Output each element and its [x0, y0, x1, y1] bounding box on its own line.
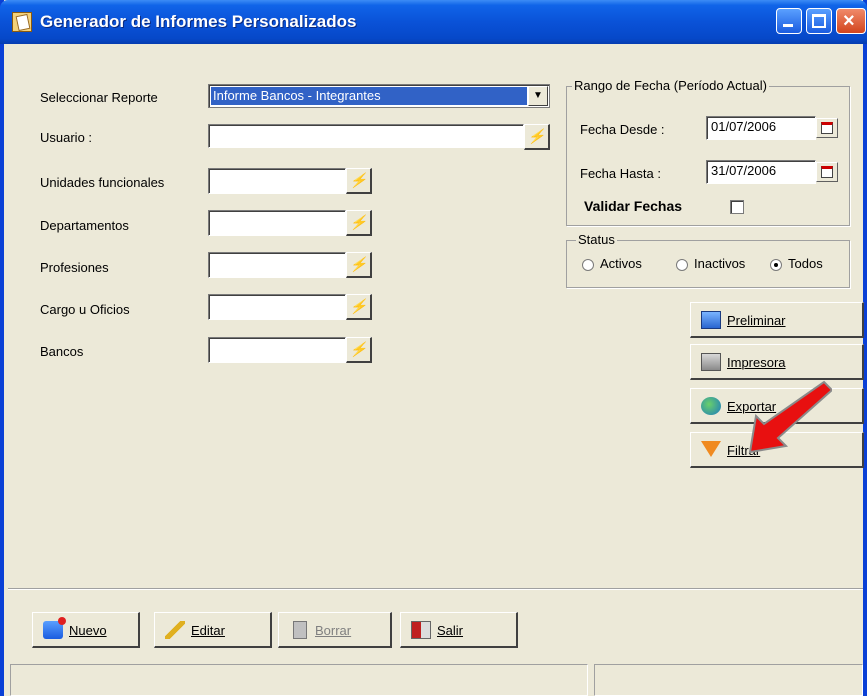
- professions-lookup-icon[interactable]: ⚡: [346, 252, 372, 278]
- minimize-button[interactable]: [776, 8, 802, 34]
- report-generator-window: Generador de Informes Personalizados × S…: [0, 0, 867, 696]
- pencil-icon: [165, 621, 185, 639]
- status-all-radio[interactable]: [770, 259, 782, 271]
- functional-units-label: Unidades funcionales: [40, 175, 165, 190]
- calendar-to-icon[interactable]: [816, 162, 838, 182]
- printer-icon: [701, 353, 721, 371]
- user-lookup-icon[interactable]: ⚡: [524, 124, 550, 150]
- filter-funnel-icon: [701, 441, 721, 457]
- maximize-button[interactable]: [806, 8, 832, 34]
- exit-label: Salir: [437, 623, 464, 638]
- new-record-icon: [43, 617, 66, 639]
- report-select[interactable]: Informe Bancos - Integrantes ▼: [208, 84, 550, 108]
- status-all-label: Todos: [788, 256, 823, 271]
- positions-input[interactable]: [208, 294, 346, 320]
- banks-lookup-icon[interactable]: ⚡: [346, 337, 372, 363]
- close-button[interactable]: ×: [836, 8, 866, 34]
- functional-units-lookup-icon[interactable]: ⚡: [346, 168, 372, 194]
- professions-input[interactable]: [208, 252, 346, 278]
- date-to-label: Fecha Hasta :: [580, 166, 661, 181]
- footer-divider: [8, 588, 863, 590]
- status-active-radio[interactable]: [582, 259, 594, 271]
- printer-label: Impresora: [727, 355, 786, 370]
- delete-label: Borrar: [315, 623, 352, 638]
- window-title: Generador de Informes Personalizados: [40, 12, 357, 31]
- professions-label: Profesiones: [40, 260, 109, 275]
- date-from-label: Fecha Desde :: [580, 122, 665, 137]
- date-from-input[interactable]: 01/07/2006: [706, 116, 816, 140]
- status-inactive-label: Inactivos: [694, 256, 746, 271]
- positions-lookup-icon[interactable]: ⚡: [346, 294, 372, 320]
- exit-button[interactable]: Salir: [400, 612, 518, 648]
- red-arrow-icon: [748, 380, 832, 454]
- preview-label: Preliminar: [727, 313, 786, 328]
- status-legend: Status: [576, 232, 617, 247]
- dropdown-arrow-icon[interactable]: ▼: [528, 86, 548, 106]
- edit-button[interactable]: Editar: [154, 612, 272, 648]
- report-label: Seleccionar Reporte: [40, 90, 158, 105]
- departments-input[interactable]: [208, 210, 346, 236]
- validate-dates-checkbox[interactable]: [730, 200, 744, 214]
- title-bar[interactable]: Generador de Informes Personalizados ×: [0, 0, 867, 44]
- departments-label: Departamentos: [40, 218, 129, 233]
- validate-dates-label: Validar Fechas: [584, 198, 683, 214]
- status-bar-panel-right: [594, 664, 863, 696]
- functional-units-input[interactable]: [208, 168, 346, 194]
- status-active-label: Activos: [600, 256, 642, 271]
- user-input[interactable]: [208, 124, 524, 148]
- close-icon: ×: [843, 10, 855, 32]
- minimize-icon: [783, 24, 793, 27]
- departments-lookup-icon[interactable]: ⚡: [346, 210, 372, 236]
- status-inactive-radio[interactable]: [676, 259, 688, 271]
- calendar-from-icon[interactable]: [816, 118, 838, 138]
- exit-door-icon: [411, 621, 431, 639]
- globe-icon: [701, 397, 721, 415]
- positions-label: Cargo u Oficios: [40, 302, 130, 317]
- edit-label: Editar: [191, 623, 225, 638]
- date-to-input[interactable]: 31/07/2006: [706, 160, 816, 184]
- printer-button[interactable]: Impresora: [690, 344, 864, 380]
- date-range-legend: Rango de Fecha (Período Actual): [572, 78, 769, 93]
- new-label: Nuevo: [69, 623, 107, 638]
- delete-button[interactable]: Borrar: [278, 612, 392, 648]
- status-bar-panel-left: [10, 664, 588, 696]
- report-select-value: Informe Bancos - Integrantes: [211, 87, 527, 105]
- banks-input[interactable]: [208, 337, 346, 363]
- banks-label: Bancos: [40, 344, 84, 359]
- maximize-icon: [812, 14, 826, 28]
- app-icon: [12, 12, 32, 32]
- new-button[interactable]: Nuevo: [32, 612, 140, 648]
- preview-button[interactable]: Preliminar: [690, 302, 864, 338]
- monitor-icon: [701, 311, 721, 329]
- user-label: Usuario :: [40, 130, 93, 145]
- trash-icon: [293, 621, 307, 639]
